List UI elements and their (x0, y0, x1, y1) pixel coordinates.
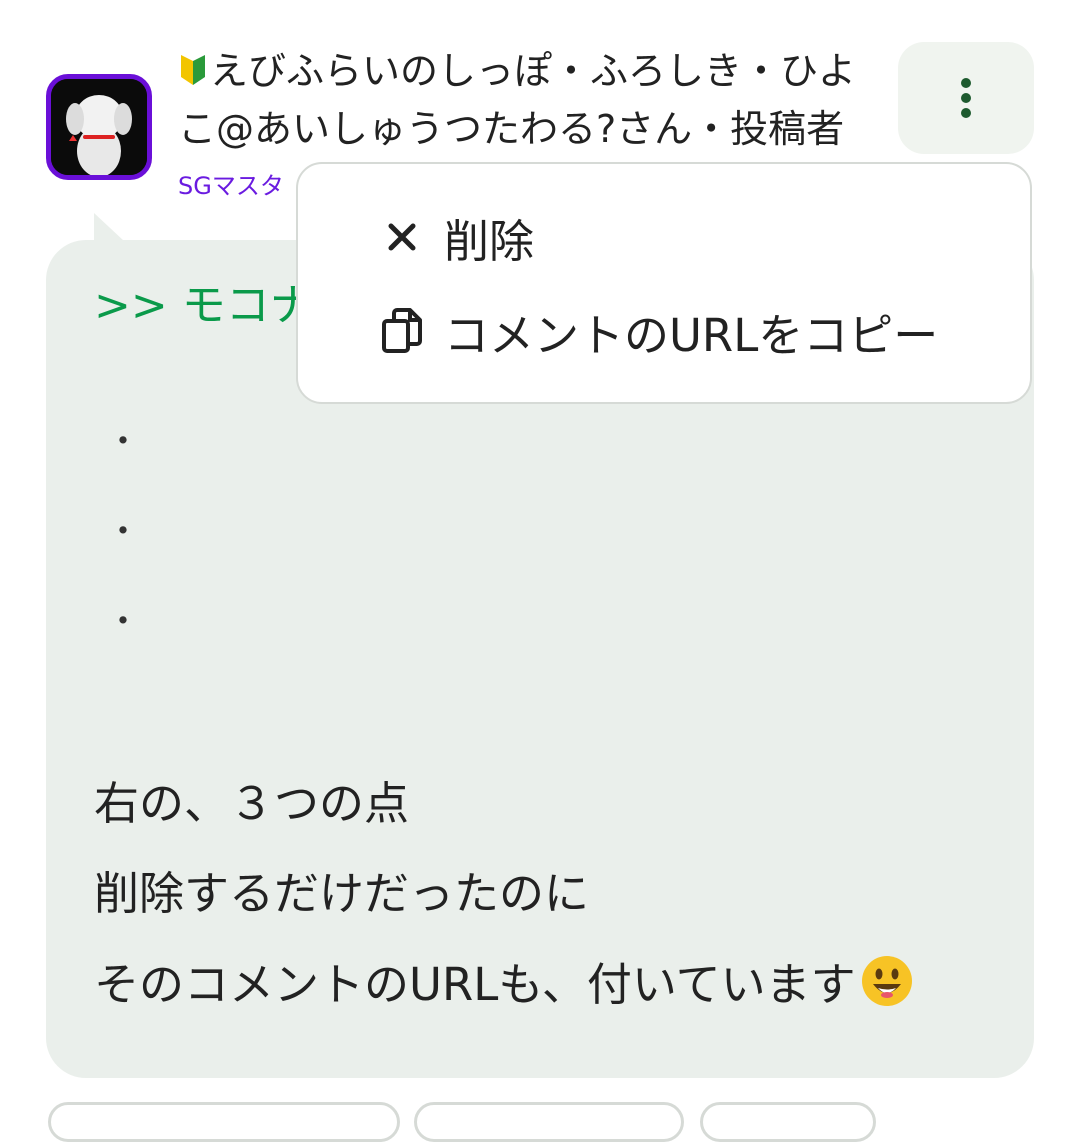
dot-line-2: ・ (106, 512, 140, 552)
comment-options-menu: 削除 コメントのURLをコピー (296, 162, 1032, 404)
menu-item-delete-label: 削除 (444, 214, 535, 268)
reaction-button[interactable] (48, 1102, 400, 1142)
menu-item-delete[interactable]: 削除 (378, 202, 534, 272)
author-name[interactable]: えびふらいのしっぽ・ふろしき・ひよ こ@あいしゅうつたわる?さん・投稿者 (178, 42, 878, 158)
author-title-badge: SGマスタ (178, 172, 284, 200)
smiley-emoji-icon (861, 956, 912, 1006)
reaction-button[interactable] (414, 1102, 684, 1142)
dog-avatar-image (51, 79, 147, 175)
dot-line-3: ・ (106, 602, 140, 642)
message-line-1: 右の、３つの点 (94, 777, 410, 830)
more-vertical-icon (961, 78, 971, 118)
author-name-line1: えびふらいのしっぽ・ふろしき・ひよ (210, 49, 857, 93)
message-line-2: 削除するだけだったのに (94, 867, 590, 920)
dot-line-1: ・ (106, 422, 140, 462)
author-avatar[interactable] (46, 74, 152, 180)
message-line-3-wrap: そのコメントのURLも、付いています (94, 954, 914, 1015)
menu-item-copy-url-label: コメントのURLをコピー (444, 308, 939, 362)
close-icon (378, 212, 426, 262)
reaction-button[interactable] (700, 1102, 876, 1142)
more-options-button[interactable] (898, 42, 1034, 154)
reply-to-link[interactable]: >> モコナ (94, 276, 314, 336)
menu-item-copy-url[interactable]: コメントのURLをコピー (378, 296, 938, 366)
beginner-mark-icon (181, 55, 205, 85)
copy-icon (378, 306, 426, 356)
author-name-line2: こ@あいしゅうつたわる?さん・投稿者 (178, 107, 845, 151)
message-line-3: そのコメントのURLも、付いています (94, 958, 856, 1011)
bubble-tail (94, 213, 124, 241)
